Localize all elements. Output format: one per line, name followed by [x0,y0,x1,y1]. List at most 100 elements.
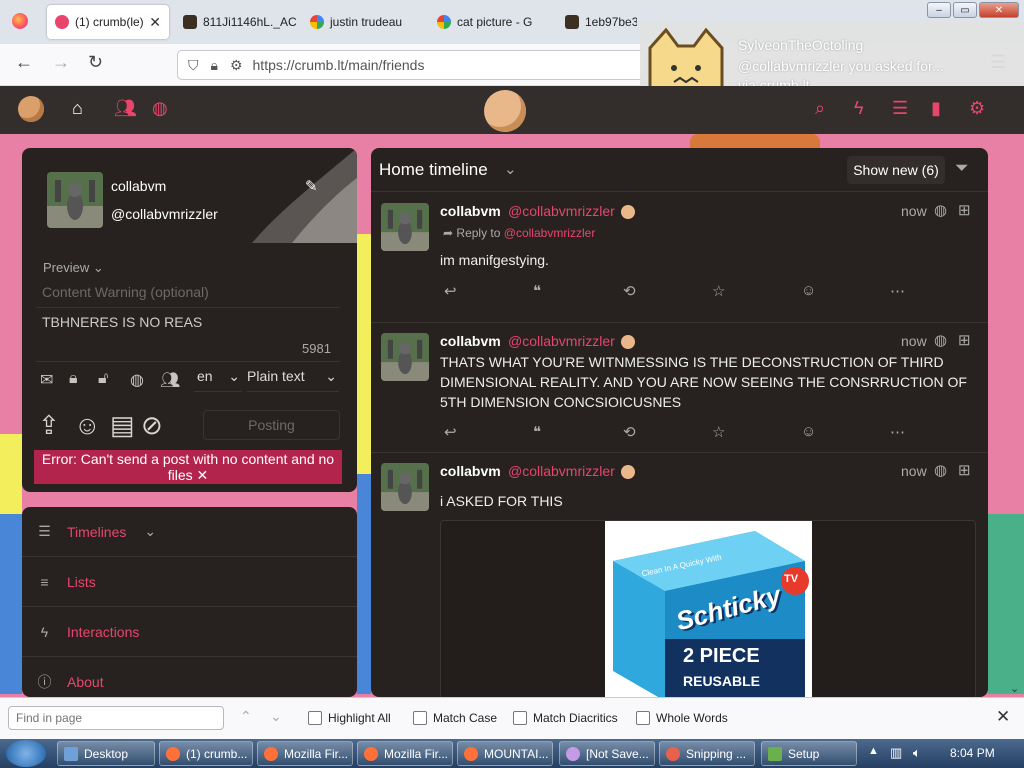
post-handle[interactable]: @collabvmrizzler [508,333,615,349]
nav-item-timelines[interactable]: ☰ Timelines ⌄ [22,507,357,557]
expand-icon[interactable]: ⊞ [958,201,971,219]
people-icon[interactable]: 👥︎ [114,98,137,119]
boost-icon[interactable]: ⟲ [623,282,636,300]
unlock-icon[interactable]: 🔓︎ [98,370,108,388]
tab-google-cat[interactable]: cat picture - G [429,5,555,39]
post-author[interactable]: collabvm [440,203,501,219]
center-cookie-icon[interactable] [484,90,526,132]
react-icon[interactable]: ☺ [801,282,816,299]
start-button[interactable] [6,740,46,767]
highlight-all-checkbox[interactable]: Highlight All [308,711,391,725]
eye-slash-icon[interactable]: ⊘ [141,410,163,441]
tab-crumb[interactable]: (1) crumb(le) ✕ [47,5,169,39]
nav-item-lists[interactable]: ≡ Lists [22,557,357,607]
minimize-button[interactable]: – [927,2,951,18]
forward-arrow-icon[interactable]: → [52,52,70,73]
media-attachment[interactable]: TV Clean In A Quicky With Schticky 2 PIE… [440,520,976,697]
avatar[interactable] [47,172,103,228]
chevron-down-icon[interactable]: ⌄ [144,523,156,540]
taskbar-item-crumb[interactable]: (1) crumb... [159,741,253,766]
nav-item-interactions[interactable]: ϟ Interactions [22,607,357,657]
close-window-button[interactable]: ✕ [979,2,1019,18]
quote-icon[interactable]: ❝ [533,282,541,300]
avatar[interactable] [381,333,429,381]
edit-profile-icon[interactable]: ✎ [305,177,318,195]
more-icon[interactable]: ⋯ [890,282,905,300]
close-tab-icon[interactable]: ✕ [149,14,161,31]
cookie-logo-icon[interactable] [18,96,44,122]
post-handle[interactable]: @collabvmrizzler [508,463,615,479]
tray-up-arrow-icon[interactable]: ▲ [868,745,879,757]
close-findbar-icon[interactable]: ✕ [996,707,1010,727]
react-icon[interactable]: ☺ [801,423,816,440]
upload-icon[interactable]: ⇪ [38,410,60,441]
more-icon[interactable]: ⋯ [890,423,905,441]
bolt-icon[interactable]: ϟ [854,98,864,119]
taskbar-item-desktop[interactable]: Desktop [57,741,155,766]
taskbar-item-setup[interactable]: Setup [761,741,857,766]
filter-icon[interactable]: ⏷ [955,158,969,178]
post-time[interactable]: now [901,203,927,219]
avatar[interactable] [381,463,429,511]
find-input[interactable] [8,706,224,730]
preview-toggle[interactable]: Preview ⌄ [43,260,104,276]
reply-icon[interactable]: ↩ [444,282,457,300]
post-textarea[interactable]: TBHNERES IS NO REAS [36,314,340,362]
shield-icon[interactable]: ⛉ [188,57,199,74]
back-arrow-icon[interactable]: ← [15,52,33,73]
url-bar[interactable]: ⛉ 🔒︎ ⚙ https://crumb.lt/main/friends [177,50,647,80]
reply-icon[interactable]: ↩ [444,423,457,441]
post-button[interactable]: Posting [203,410,340,440]
reload-icon[interactable]: ↻ [88,52,103,73]
network-icon[interactable]: ▥ [890,745,902,761]
find-next-icon[interactable]: ⌄ [270,708,282,725]
firefox-icon[interactable] [12,13,28,29]
lock-icon[interactable]: 🔒︎ [211,57,218,74]
clock[interactable]: 8:04 PM [950,746,995,760]
tab-google-justin[interactable]: justin trudeau [302,5,428,39]
content-warning-input[interactable]: Content Warning (optional) [36,284,340,308]
expand-icon[interactable]: ⊞ [958,331,971,349]
search-icon[interactable]: ⌕ [815,98,825,119]
post-time[interactable]: now [901,463,927,479]
format-select[interactable]: Plain text ⌄ [247,368,339,392]
envelope-icon[interactable]: ✉ [40,370,53,390]
poll-icon[interactable]: ▤ [110,410,135,441]
avatar[interactable] [381,203,429,251]
tab-image-2[interactable]: 1eb97be3 [557,5,637,39]
emoji-icon[interactable]: ☺ [74,410,101,441]
scroll-down-arrow-icon[interactable]: ⌄ [1010,682,1019,695]
taskbar-item-mountain[interactable]: MOUNTAI... [457,741,553,766]
find-previous-icon[interactable]: ⌃ [240,708,252,725]
chevron-down-icon[interactable]: ⌄ [504,160,517,178]
globe-icon[interactable]: ◍ [130,370,144,390]
quote-icon[interactable]: ❝ [533,423,541,441]
volume-icon[interactable]: 🔈︎ [913,745,921,761]
match-case-checkbox[interactable]: Match Case [413,711,497,725]
post-time[interactable]: now [901,333,927,349]
tab-image[interactable]: 811Ji1146hL._AC [175,5,300,39]
maximize-button[interactable]: ▭ [953,2,977,18]
taskbar-item-firefox-1[interactable]: Mozilla Fir... [257,741,353,766]
post-handle[interactable]: @collabvmrizzler [508,203,615,219]
post-author[interactable]: collabvm [440,333,501,349]
list-icon[interactable]: ☰ [892,98,908,119]
close-icon[interactable]: ✕ [197,467,209,483]
match-diacritics-checkbox[interactable]: Match Diacritics [513,711,618,725]
taskbar-item-not-saved[interactable]: [Not Save... [559,741,655,766]
language-select[interactable]: en ⌄ [194,368,242,392]
star-icon[interactable]: ☆ [712,282,725,300]
post-author[interactable]: collabvm [440,463,501,479]
show-new-button[interactable]: Show new (6) [847,156,945,184]
whole-words-checkbox[interactable]: Whole Words [636,711,728,725]
timeline-title[interactable]: Home timeline [379,160,488,180]
people-icon[interactable]: 👥︎ [160,370,180,390]
taskbar-item-snipping[interactable]: Snipping ... [659,741,755,766]
home-icon[interactable]: ⌂ [72,98,83,119]
bookmark-icon[interactable]: ▮ [931,98,941,119]
globe-icon[interactable]: ◍ [152,98,168,119]
boost-icon[interactable]: ⟲ [623,423,636,441]
lock-icon[interactable]: 🔒︎ [69,370,78,388]
gear-icon[interactable]: ⚙ [969,98,985,119]
taskbar-item-firefox-2[interactable]: Mozilla Fir... [357,741,453,766]
